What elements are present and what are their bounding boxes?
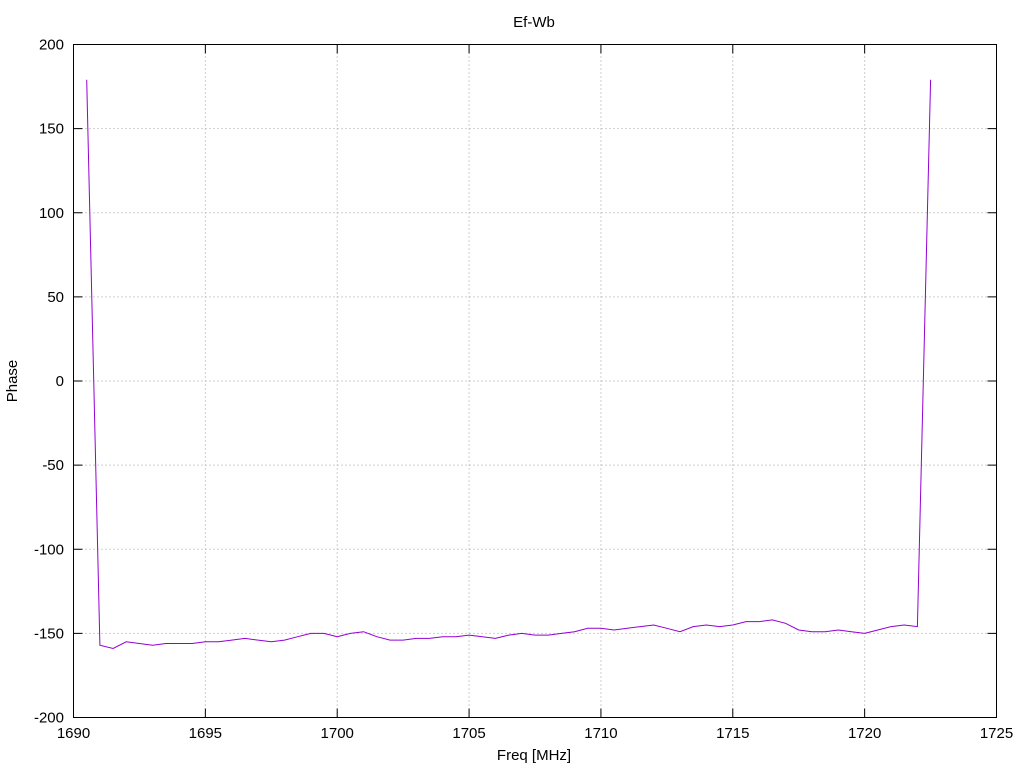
phase-chart: Ef-Wb 1690 1695 1700 1705 1710 1715 1720 1725 -2… (4, 14, 1013, 764)
y-tick-label: 50 (47, 289, 64, 306)
y-tick-label: -200 (34, 710, 64, 727)
x-tick-label: 1720 (848, 725, 881, 742)
y-axis-label: Phase (4, 360, 21, 403)
y-tick-label: -150 (34, 625, 64, 642)
x-tick-label: 1715 (716, 725, 749, 742)
grid (73, 44, 997, 718)
chart-title: Ef-Wb (513, 14, 555, 31)
y-tick-label: -50 (42, 457, 64, 474)
x-tick-label: 1695 (189, 725, 222, 742)
y-tick-label: 200 (39, 37, 64, 54)
series-layer (86, 79, 932, 650)
x-tick-label: 1710 (584, 725, 617, 742)
tick-labels: 1690 1695 1700 1705 1710 1715 1720 1725 -200 -150… (34, 37, 1013, 743)
x-axis-label: Freq [MHz] (497, 747, 571, 764)
x-tick-label: 1705 (452, 725, 485, 742)
phase-series-line (86, 79, 932, 650)
y-tick-label: 0 (56, 373, 64, 390)
y-tick-label: 100 (39, 205, 64, 222)
x-tick-label: 1700 (321, 725, 354, 742)
y-tick-label: -100 (34, 541, 64, 558)
x-tick-label: 1725 (980, 725, 1013, 742)
y-tick-label: 150 (39, 121, 64, 138)
x-tick-label: 1690 (57, 725, 90, 742)
